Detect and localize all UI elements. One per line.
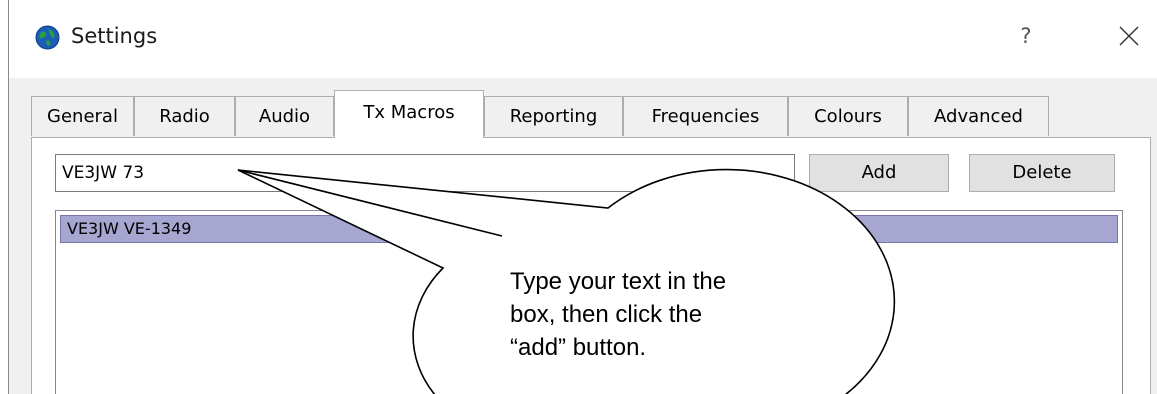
close-icon[interactable]: [1108, 18, 1148, 54]
title-bar: Settings ?: [9, 0, 1157, 78]
help-button[interactable]: ?: [1011, 21, 1041, 51]
delete-button[interactable]: Delete: [969, 154, 1115, 192]
tab-reporting[interactable]: Reporting: [484, 96, 623, 136]
callout-line: Type your text in the: [510, 268, 727, 295]
globe-icon: [35, 25, 60, 50]
tab-tx-macros[interactable]: Tx Macros: [334, 90, 484, 138]
callout-text: Type your text in the box, then click th…: [510, 265, 830, 364]
tab-radio[interactable]: Radio: [134, 96, 235, 136]
add-button[interactable]: Add: [809, 154, 949, 192]
tab-general[interactable]: General: [31, 96, 134, 136]
list-item[interactable]: VE3JW VE-1349: [60, 215, 1118, 243]
tab-advanced[interactable]: Advanced: [908, 96, 1049, 136]
macro-text-input[interactable]: [55, 154, 795, 192]
tab-frequencies[interactable]: Frequencies: [623, 96, 788, 136]
callout-line: “add” button.: [510, 334, 647, 361]
callout-line: box, then click the: [510, 301, 703, 328]
window-title: Settings: [71, 24, 158, 48]
tab-audio[interactable]: Audio: [235, 96, 334, 136]
tab-colours[interactable]: Colours: [788, 96, 908, 136]
